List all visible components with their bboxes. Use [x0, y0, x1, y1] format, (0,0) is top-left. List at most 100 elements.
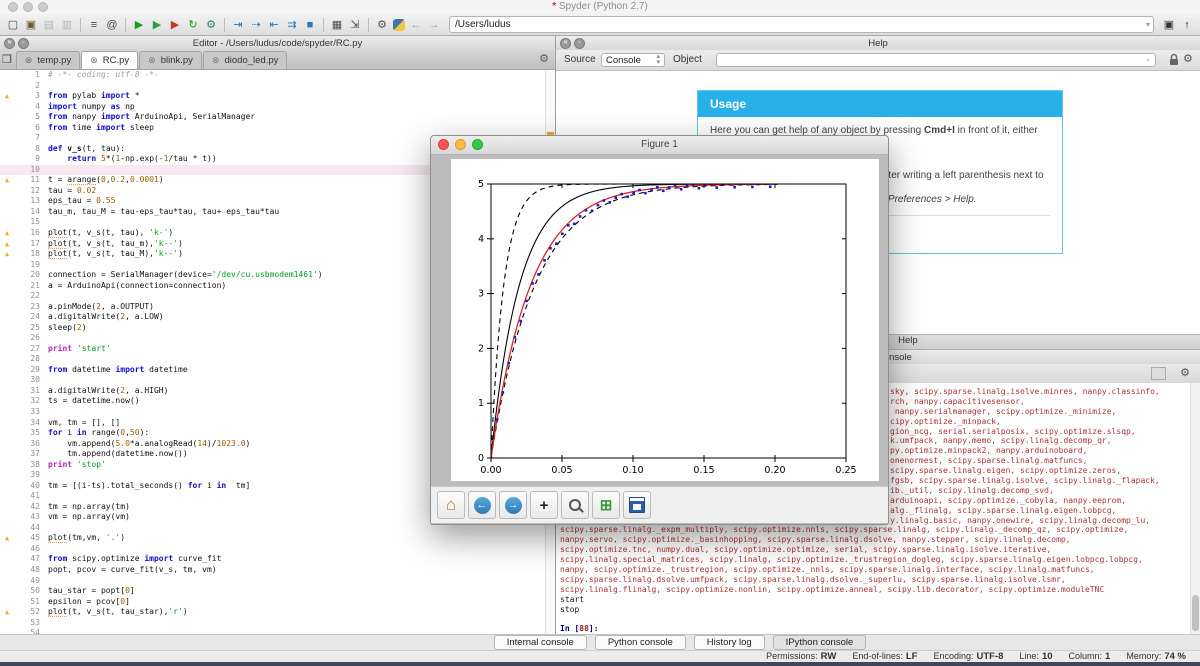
line-number: 28	[12, 354, 40, 365]
line-number: 45	[12, 533, 40, 544]
figure-window[interactable]: Figure 1 0.000.050.100.150.200.25012345 …	[430, 135, 889, 525]
forward-icon[interactable]: →	[426, 17, 442, 33]
menubar: * Spyder (Python 2.7)	[0, 0, 1200, 15]
code-line-4: 4import numpy as np	[0, 102, 555, 113]
back-icon[interactable]: ←	[408, 17, 424, 33]
line-number: 36	[12, 439, 40, 450]
home-icon[interactable]: ⌂	[437, 491, 465, 519]
scrollbar-thumb[interactable]	[1192, 595, 1199, 631]
line-number: 23	[12, 302, 40, 313]
forward-icon[interactable]: →	[499, 491, 527, 519]
close-tab-icon[interactable]: ⊗	[90, 55, 98, 66]
close-tab-icon[interactable]: ⊗	[25, 55, 33, 66]
pan-icon: +	[540, 497, 549, 514]
console-tab-button[interactable]	[1151, 367, 1166, 380]
zoom-rect-icon[interactable]	[561, 491, 589, 519]
line-number: 35	[12, 428, 40, 439]
open-dir-icon[interactable]: ▣	[1161, 17, 1177, 33]
x-tick-label: 0.20	[764, 465, 785, 476]
lock-icon[interactable]	[1169, 53, 1179, 69]
bottom-tab-ipython-console[interactable]: IPython console	[773, 635, 867, 650]
save-icon[interactable]: ▤	[41, 17, 57, 33]
line-number: 10	[12, 165, 40, 176]
line-number: 32	[12, 396, 40, 407]
help-toolbar: Source Console ▴▾ Object ⌄ ⚙	[556, 50, 1200, 71]
step-icon[interactable]: ⇥	[230, 17, 246, 33]
object-combobox[interactable]: ⌄	[716, 53, 1156, 67]
warning-icon: ▲	[2, 228, 12, 239]
editor-tab-diodo_led.py[interactable]: ⊗diodo_led.py	[203, 51, 287, 69]
line-number: 46	[12, 544, 40, 555]
log-icon[interactable]: @	[104, 17, 120, 33]
curve-2	[491, 184, 775, 458]
code-line-52: ▲52plot(t, v_s(t, tau_star),'r')	[0, 607, 555, 618]
pan-icon[interactable]: +	[530, 491, 558, 519]
code-line-2: 2	[0, 81, 555, 92]
source-select[interactable]: Console ▴▾	[601, 53, 665, 67]
variable-explorer-icon[interactable]: ▦	[329, 17, 345, 33]
subplots-icon: ⊞	[600, 496, 613, 514]
file-switcher-icon[interactable]: ≡	[86, 17, 102, 33]
editor-tab-temp.py[interactable]: ⊗temp.py	[16, 51, 80, 69]
close-tab-icon[interactable]: ⊗	[148, 55, 156, 66]
line-number: 17	[12, 239, 40, 250]
console-line: start	[560, 595, 1191, 605]
console-line: nanpy.servo, scipy.optimize._basinhoppin…	[560, 535, 1191, 545]
console-options-gear-icon[interactable]: ⚙	[1180, 366, 1190, 379]
line-number: 31	[12, 386, 40, 397]
run-again-icon[interactable]: ↻	[185, 17, 201, 33]
tools-icon[interactable]: ⚙	[374, 17, 390, 33]
help-options-gear-icon[interactable]: ⚙	[1183, 52, 1193, 65]
editor-tab-blink.py[interactable]: ⊗ blink.py	[139, 51, 202, 69]
chevron-down-icon[interactable]: ▾	[1146, 20, 1150, 29]
x-tick-label: 0.10	[622, 465, 643, 476]
line-number: 49	[12, 576, 40, 587]
console-line: scipy.sparse.linalg.eigen, scipy.optimiz…	[890, 466, 1191, 476]
maximize-icon[interactable]: ⇲	[347, 17, 363, 33]
zoom-rect-icon	[569, 499, 581, 511]
run-icon[interactable]: ▶	[131, 17, 147, 33]
editor-options-gear-icon[interactable]: ⚙	[539, 52, 549, 65]
step-into-icon[interactable]: ⇢	[248, 17, 264, 33]
back-icon[interactable]: ←	[468, 491, 496, 519]
bottom-tab-history-log[interactable]: History log	[694, 635, 765, 650]
line-number: 3	[12, 91, 40, 102]
stop-debug-icon[interactable]: ■	[302, 17, 318, 33]
debug-icon[interactable]: ⚙	[203, 17, 219, 33]
working-directory-input[interactable]: /Users/ludus ▾	[449, 16, 1154, 33]
main-toolbar: ▢▣▤▥≡@▶▶▶↻⚙⇥⇢⇤⇉■▦⇲⚙←→ /Users/ludus ▾ ▣↑	[0, 14, 1200, 36]
subplots-icon[interactable]: ⊞	[592, 491, 620, 519]
status-permissions: Permissions:RW	[766, 651, 836, 662]
editor-tab-RC.py[interactable]: ⊗RC.py	[81, 51, 138, 69]
console-scrollbar[interactable]	[1190, 383, 1200, 634]
console-line: py.optimize.minpack2, nanpy.arduinoboard…	[890, 446, 1191, 456]
save-all-icon[interactable]: ▥	[59, 17, 75, 33]
close-tab-icon[interactable]: ⊗	[212, 55, 220, 66]
continue-icon[interactable]: ⇉	[284, 17, 300, 33]
save-figure-icon[interactable]	[623, 491, 651, 519]
curve-3	[491, 184, 775, 458]
console-line: k.umfpack, nanpy.memo, scipy.linalg.deco…	[890, 436, 1191, 446]
code-line-49: 49	[0, 576, 555, 587]
new-file-icon[interactable]: ▢	[5, 17, 21, 33]
line-number: 4	[12, 102, 40, 113]
run-cell-advance-icon[interactable]: ▶	[167, 17, 183, 33]
run-cell-icon[interactable]: ▶	[149, 17, 165, 33]
step-return-icon[interactable]: ⇤	[266, 17, 282, 33]
dock-tab-help[interactable]: Help	[884, 334, 932, 348]
line-number: 30	[12, 375, 40, 386]
file-switcher-icon[interactable]: ❒	[2, 53, 12, 66]
object-label: Object	[673, 54, 702, 65]
tab-label: blink.py	[161, 55, 193, 66]
up-dir-icon[interactable]: ↑	[1179, 17, 1195, 33]
figure-titlebar[interactable]: Figure 1	[431, 136, 888, 155]
python-logo-icon[interactable]	[393, 19, 405, 31]
bottom-tab-python-console[interactable]: Python console	[595, 635, 686, 650]
source-label: Source	[564, 54, 596, 65]
open-file-icon[interactable]: ▣	[23, 17, 39, 33]
bottom-tab-internal-console[interactable]: Internal console	[494, 635, 587, 650]
warning-icon: ▲	[2, 249, 12, 260]
console-line: scipy.sparse.linalg.dsolve.umfpack, scip…	[560, 575, 1191, 585]
line-number: 27	[12, 344, 40, 355]
console-line: sky, scipy.sparse.linalg.isolve.minres, …	[890, 387, 1191, 397]
